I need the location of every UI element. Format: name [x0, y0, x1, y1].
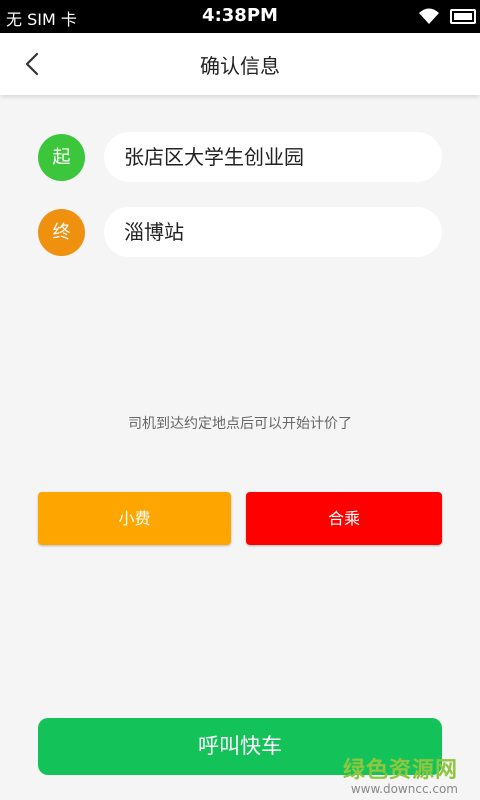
start-badge: 起 [38, 134, 85, 181]
battery-icon [450, 9, 476, 24]
end-address-field[interactable]: 淄博站 [104, 207, 442, 257]
end-badge: 终 [38, 209, 85, 256]
tip-button[interactable]: 小费 [38, 492, 231, 545]
status-bar: 无 SIM 卡 4:38PM [0, 0, 480, 33]
start-address-field[interactable]: 张店区大学生创业园 [104, 132, 442, 182]
wifi-icon [419, 8, 439, 24]
watermark-url: www.downcc.com [350, 782, 458, 796]
page-title: 确认信息 [200, 54, 280, 78]
title-bar: 确认信息 [0, 33, 480, 95]
pricing-hint: 司机到达约定地点后可以开始计价了 [128, 416, 352, 432]
call-express-button[interactable]: 呼叫快车 [38, 718, 442, 775]
start-location-row: 起 张店区大学生创业园 [38, 132, 442, 182]
carpool-button[interactable]: 合乘 [246, 492, 442, 545]
end-location-row: 终 淄博站 [38, 207, 442, 257]
status-time: 4:38PM [202, 5, 278, 26]
